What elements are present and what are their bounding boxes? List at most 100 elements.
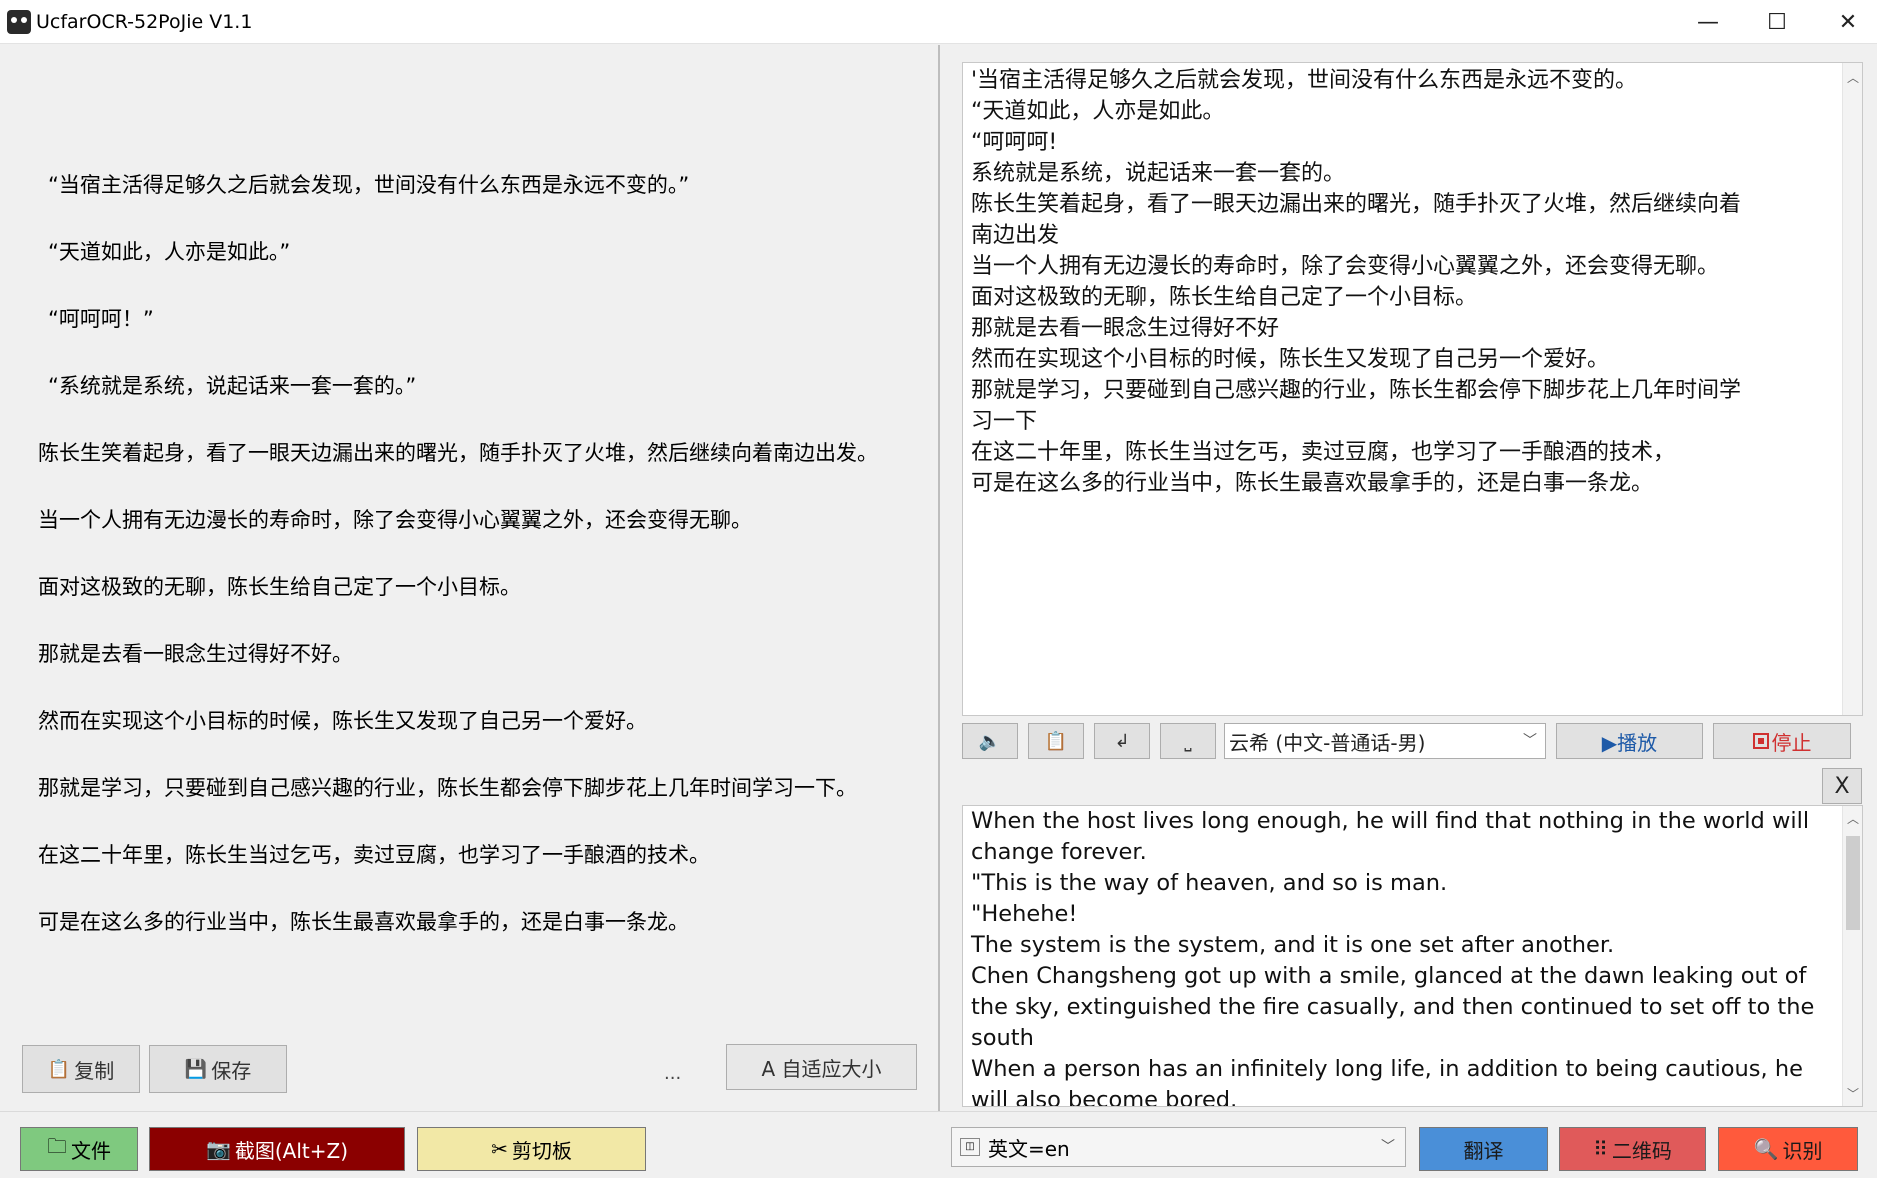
- scroll-down-icon[interactable]: ﹀: [1843, 1085, 1862, 1102]
- speaker-button[interactable]: 🔈: [962, 723, 1018, 759]
- scrollbar-thumb[interactable]: [1846, 836, 1860, 930]
- source-panel: “当宿主活得足够久之后就会发现，世间没有什么东西是永远不变的。” “天道如此，人…: [0, 45, 940, 1111]
- language-icon: ◫: [960, 1138, 980, 1156]
- source-paragraph: 在这二十年里，陈长生当过乞丐，卖过豆腐，也学习了一手酿酒的技术。: [38, 843, 710, 867]
- file-button[interactable]: 🗀 文件: [20, 1127, 138, 1171]
- app-icon: [7, 10, 31, 34]
- translation-area[interactable]: When the host lives long enough, he will…: [962, 805, 1863, 1107]
- source-paragraph: “系统就是系统，说起话来一套一套的。”: [48, 374, 417, 398]
- space-icon: ⎵: [1184, 730, 1192, 752]
- clipboard-icon: 📋: [1044, 730, 1068, 752]
- copy-icon: 📋: [47, 1058, 71, 1080]
- ocr-line: “呵呵呵!: [971, 130, 1058, 155]
- chevron-down-icon: ﹀: [1523, 733, 1537, 749]
- translation-line: When the host lives long enough, he will…: [971, 808, 1810, 834]
- file-label: 文件: [71, 1138, 111, 1163]
- search-icon: 🔍: [1753, 1137, 1779, 1161]
- translation-scrollbar[interactable]: ︿ ﹀: [1842, 806, 1862, 1106]
- translation-line: change forever.: [971, 839, 1147, 865]
- bottom-toolbar: 🗀 文件 📷 截图(Alt+Z) ✂ 剪切板 ◫ 英文=en ﹀ 翻译 ⠿ 二维…: [0, 1111, 1877, 1178]
- source-text-area[interactable]: “当宿主活得足够久之后就会发现，世间没有什么东西是永远不变的。” “天道如此，人…: [0, 45, 936, 1025]
- translation-line: "Hehehe!: [971, 901, 1078, 927]
- source-paragraph: “呵呵呵！”: [48, 307, 154, 331]
- translation-line: "This is the way of heaven, and so is ma…: [971, 870, 1448, 896]
- language-select[interactable]: ◫ 英文=en ﹀: [951, 1127, 1406, 1167]
- play-button[interactable]: ▶播放: [1556, 723, 1703, 759]
- close-button[interactable]: ✕: [1812, 0, 1877, 44]
- window-title: UcfarOCR-52PoJie V1.1: [36, 11, 253, 33]
- voice-select[interactable]: 云希 (中文-普通话-男) ﹀: [1224, 723, 1546, 759]
- more-ellipsis[interactable]: ...: [664, 1063, 681, 1084]
- qrcode-icon: ⠿: [1593, 1137, 1608, 1161]
- ocr-line: 系统就是系统，说起话来一套一套的。: [971, 161, 1346, 186]
- translation-line: Chen Changsheng got up with a smile, gla…: [971, 963, 1807, 989]
- source-paragraph: 那就是去看一眼念生过得好不好。: [38, 642, 353, 666]
- ocr-line: 那就是去看一眼念生过得好不好: [971, 316, 1280, 341]
- ocr-line: '当宿主活得足够久之后就会发现，世间没有什么东西是永远不变的。: [971, 68, 1638, 93]
- source-paragraph: 可是在这么多的行业当中，陈长生最喜欢最拿手的，还是白事一条龙。: [38, 910, 689, 934]
- scissors-icon: ✂: [491, 1137, 508, 1161]
- ocr-line: 当一个人拥有无边漫长的寿命时，除了会变得小心翼翼之外，还会变得无聊。: [971, 254, 1720, 279]
- camera-icon: 📷: [205, 1137, 231, 1161]
- chevron-down-icon: ﹀: [1381, 1139, 1395, 1155]
- source-paragraph: 当一个人拥有无边漫长的寿命时，除了会变得小心翼翼之外，还会变得无聊。: [38, 508, 752, 532]
- source-paragraph: 面对这极致的无聊，陈长生给自己定了一个小目标。: [38, 575, 521, 599]
- ocr-line: 面对这极致的无聊，陈长生给自己定了一个小目标。: [971, 285, 1478, 310]
- ocr-scrollbar[interactable]: ︿: [1842, 63, 1862, 715]
- stop-label: 停止: [1771, 730, 1812, 755]
- stop-button[interactable]: 停止: [1713, 723, 1851, 759]
- recognize-button[interactable]: 🔍 识别: [1718, 1127, 1858, 1171]
- maximize-button[interactable]: ☐: [1741, 0, 1813, 44]
- ocr-line: 可是在这么多的行业当中，陈长生最喜欢最拿手的，还是白事一条龙。: [971, 471, 1654, 496]
- screenshot-button[interactable]: 📷 截图(Alt+Z): [149, 1127, 405, 1171]
- scroll-up-icon[interactable]: ︿: [1843, 810, 1862, 827]
- source-paragraph: 陈长生笑着起身，看了一眼天边漏出来的曙光，随手扑灭了火堆，然后继续向着南边出发。: [38, 441, 878, 465]
- ocr-line: 陈长生笑着起身，看了一眼天边漏出来的曙光，随手扑灭了火堆，然后继续向着: [971, 192, 1742, 217]
- clipboard-button[interactable]: ✂ 剪切板: [417, 1127, 646, 1171]
- source-paragraph: 然而在实现这个小目标的时候，陈长生又发现了自己另一个爱好。: [38, 709, 647, 733]
- line-break-button[interactable]: ↲: [1094, 723, 1150, 759]
- remove-space-button[interactable]: ⎵: [1160, 723, 1216, 759]
- ocr-line: 南边出发: [971, 223, 1060, 248]
- translation-line: south: [971, 1025, 1034, 1051]
- copy-label: 复制: [74, 1058, 115, 1083]
- clipboard-label: 剪切板: [511, 1138, 572, 1163]
- translate-button[interactable]: 翻译: [1419, 1127, 1548, 1171]
- translation-line: will also become bored.: [971, 1087, 1238, 1107]
- voice-value: 云希 (中文-普通话-男): [1229, 730, 1426, 755]
- qrcode-label: 二维码: [1611, 1138, 1672, 1163]
- save-label: 保存: [211, 1058, 252, 1083]
- save-button[interactable]: 💾 保存: [149, 1045, 287, 1093]
- enter-icon: ↲: [1114, 730, 1130, 752]
- title-bar: UcfarOCR-52PoJie V1.1 — ☐ ✕: [0, 0, 1877, 44]
- copy-button[interactable]: 📋 复制: [22, 1045, 140, 1093]
- qrcode-button[interactable]: ⠿ 二维码: [1559, 1127, 1706, 1171]
- translation-line: When a person has an infinitely long lif…: [971, 1056, 1803, 1082]
- translation-line: the sky, extinguished the fire casually,…: [971, 994, 1815, 1020]
- tts-toolbar: 🔈 📋 ↲ ⎵ 云希 (中文-普通话-男) ﹀ ▶播放 停止: [962, 723, 1863, 759]
- save-icon: 💾: [184, 1058, 208, 1080]
- source-paragraph: 那就是学习，只要碰到自己感兴趣的行业，陈长生都会停下脚步花上几年时间学习一下。: [38, 776, 857, 800]
- translation-text: When the host lives long enough, he will…: [971, 806, 1836, 1107]
- recognize-label: 识别: [1782, 1138, 1823, 1163]
- language-value: 英文=en: [988, 1136, 1070, 1161]
- scroll-up-icon[interactable]: ︿: [1843, 69, 1863, 86]
- clipboard-copy-button[interactable]: 📋: [1028, 723, 1084, 759]
- source-paragraph: “天道如此，人亦是如此。”: [48, 240, 291, 264]
- close-translation-button[interactable]: X: [1822, 768, 1862, 804]
- ocr-line: 在这二十年里，陈长生当过乞丐，卖过豆腐，也学习了一手酿酒的技术，: [971, 440, 1676, 465]
- ocr-result-text: '当宿主活得足够久之后就会发现，世间没有什么东西是永远不变的。 “天道如此，人亦…: [971, 65, 1836, 499]
- ocr-line: 习一下: [971, 409, 1038, 434]
- screenshot-label: 截图(Alt+Z): [234, 1138, 349, 1163]
- ocr-line: 那就是学习，只要碰到自己感兴趣的行业，陈长生都会停下脚步花上几年时间学: [971, 378, 1742, 403]
- translation-line: The system is the system, and it is one …: [971, 932, 1615, 958]
- ocr-result-area[interactable]: '当宿主活得足够久之后就会发现，世间没有什么东西是永远不变的。 “天道如此，人亦…: [962, 62, 1863, 716]
- autofit-button[interactable]: A 自适应大小: [726, 1044, 917, 1090]
- ocr-line: 然而在实现这个小目标的时候，陈长生又发现了自己另一个爱好。: [971, 347, 1610, 372]
- speaker-icon: 🔈: [978, 730, 1002, 752]
- folder-icon: 🗀: [47, 1134, 67, 1158]
- minimize-button[interactable]: —: [1672, 0, 1744, 44]
- result-panel: '当宿主活得足够久之后就会发现，世间没有什么东西是永远不变的。 “天道如此，人亦…: [946, 45, 1877, 1111]
- source-paragraph: “当宿主活得足够久之后就会发现，世间没有什么东西是永远不变的。”: [48, 173, 690, 197]
- ocr-line: “天道如此，人亦是如此。: [971, 99, 1225, 124]
